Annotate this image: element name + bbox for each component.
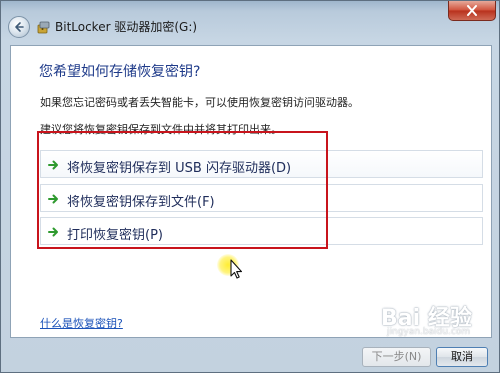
window-title: BitLocker 驱动器加密(G:) bbox=[55, 20, 198, 34]
back-button[interactable] bbox=[8, 16, 30, 38]
option-label: 将恢复密钥保存到文件(F) bbox=[67, 195, 215, 210]
what-is-recovery-key-link[interactable]: 什么是恢复密钥? bbox=[40, 315, 123, 331]
title-bar: BitLocker 驱动器加密(G:) bbox=[1, 1, 500, 45]
green-arrow-icon bbox=[48, 194, 58, 204]
next-button[interactable]: 下一步(N) bbox=[362, 347, 431, 367]
close-button[interactable] bbox=[448, 1, 496, 21]
wizard-content-panel: 您希望如何存储恢复密钥? 如果您忘记密码或者丢失智能卡，可以使用恢复密钥访问驱动… bbox=[10, 45, 492, 338]
baidu-jingyan-watermark: Bai 经验 jingyan.baidu.com bbox=[381, 300, 499, 342]
cancel-button[interactable]: 取消 bbox=[436, 347, 488, 367]
save-to-usb-option[interactable]: 将恢复密钥保存到 USB 闪存驱动器(D) bbox=[40, 150, 483, 178]
close-icon bbox=[467, 5, 477, 16]
watermark-url: jingyan.baidu.com bbox=[387, 327, 471, 337]
bitlocker-wizard-window: BitLocker 驱动器加密(G:) 您希望如何存储恢复密钥? 如果您忘记密码… bbox=[0, 0, 500, 373]
bitlocker-icon bbox=[37, 21, 50, 34]
back-arrow-icon bbox=[15, 22, 24, 32]
description-text: 如果您忘记密码或者丢失智能卡，可以使用恢复密钥访问驱动器。 bbox=[40, 96, 359, 109]
save-to-file-option[interactable]: 将恢复密钥保存到文件(F) bbox=[40, 184, 483, 212]
option-label: 将恢复密钥保存到 USB 闪存驱动器(D) bbox=[67, 161, 292, 176]
print-key-option[interactable]: 打印恢复密钥(P) bbox=[40, 217, 483, 245]
green-arrow-icon bbox=[48, 160, 58, 170]
mouse-pointer-icon bbox=[230, 259, 243, 279]
option-label: 打印恢复密钥(P) bbox=[67, 228, 163, 243]
page-title: 您希望如何存储恢复密钥? bbox=[39, 64, 201, 80]
recommendation-text: 建议您将恢复密钥保存到文件中并将其打印出来。 bbox=[40, 123, 282, 136]
green-arrow-icon bbox=[48, 227, 58, 237]
